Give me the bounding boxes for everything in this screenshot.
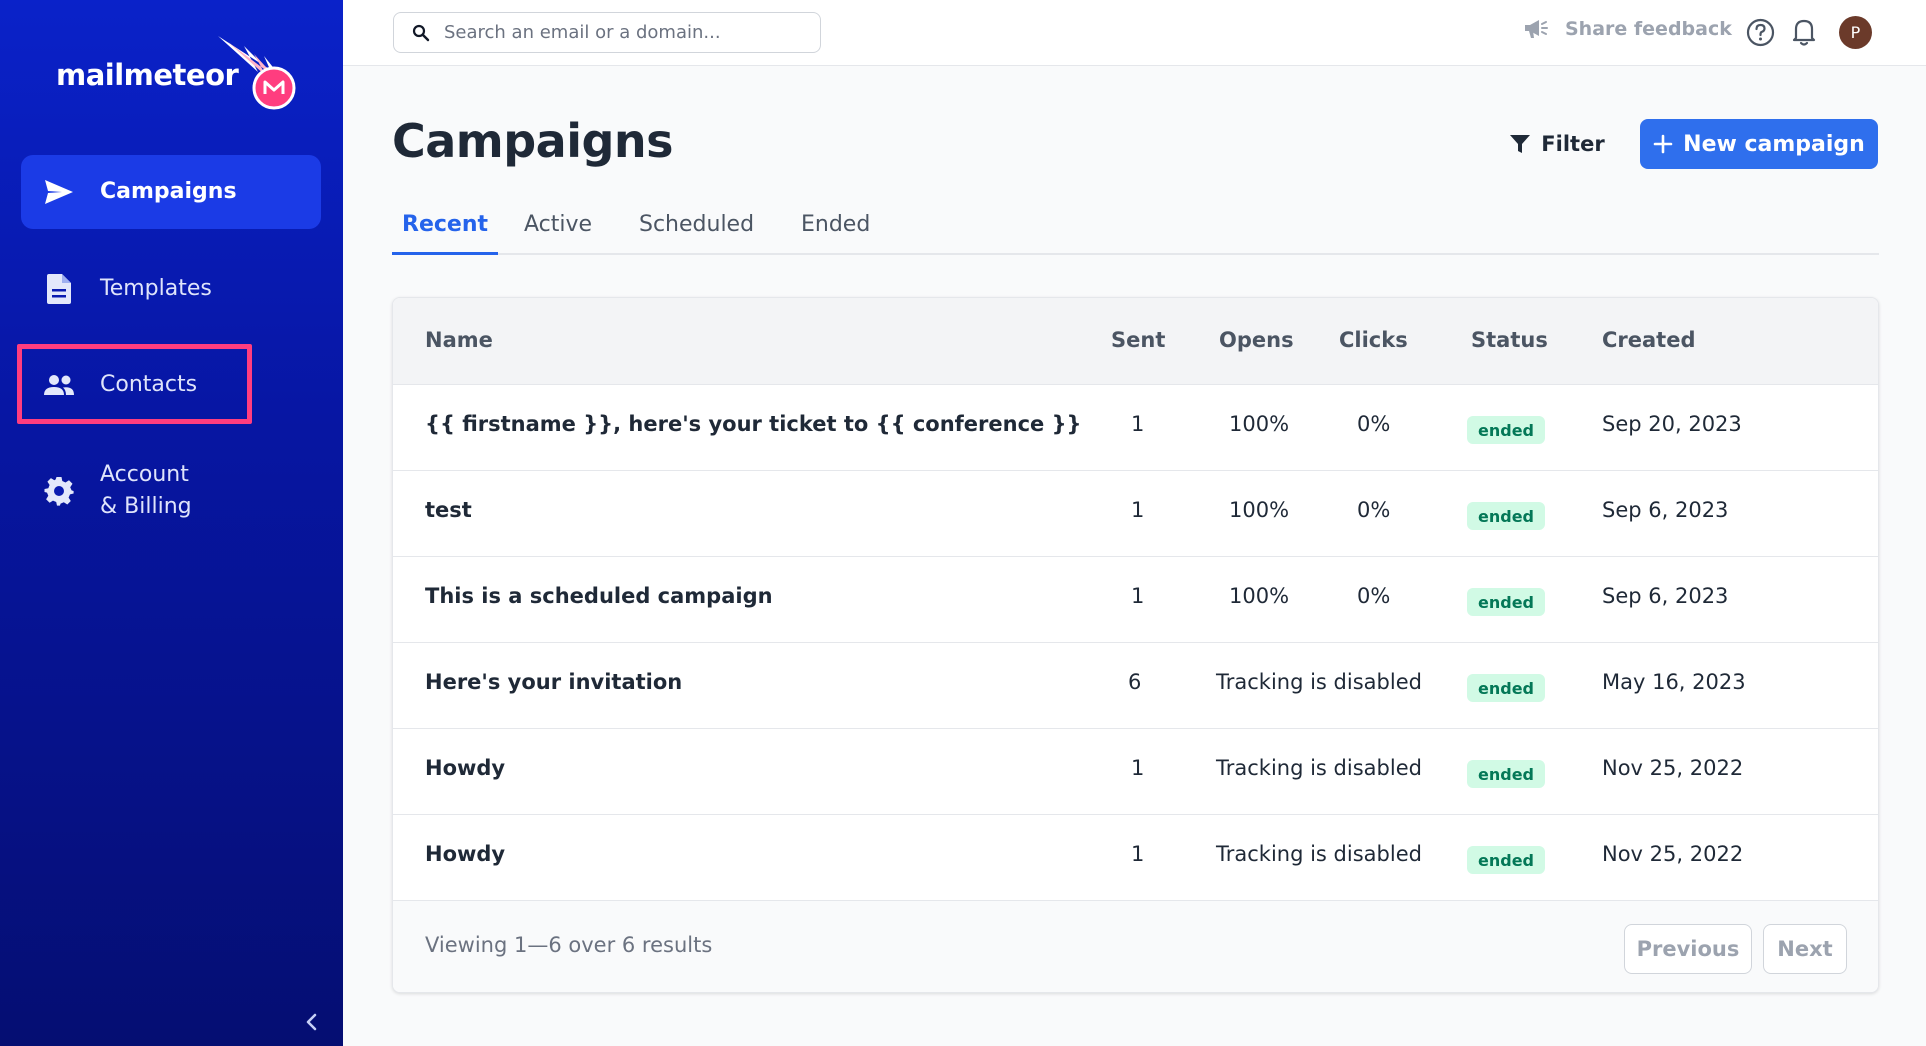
sidebar: mailmeteor Campaigns Templates Contacts (0, 0, 343, 1046)
filter-label: Filter (1541, 132, 1605, 156)
sidebar-item-label: Account & Billing (100, 459, 192, 523)
sidebar-item-label: Contacts (100, 372, 198, 397)
status-badge: ended (1467, 760, 1545, 788)
campaign-name[interactable]: {{ firstname }}, here's your ticket to {… (425, 412, 1082, 436)
clicks-rate: 0% (1357, 584, 1391, 608)
megaphone-icon (1525, 20, 1548, 38)
sidebar-item-templates[interactable]: Templates (21, 252, 321, 326)
created-date: Nov 25, 2022 (1602, 756, 1744, 780)
table-footer: Viewing 1—6 over 6 results Previous Next (393, 901, 1878, 992)
campaigns-table: Name Sent Opens Clicks Status Created {{… (392, 297, 1879, 993)
column-header-created[interactable]: Created (1602, 328, 1696, 352)
column-header-name[interactable]: Name (425, 328, 493, 352)
campaign-name[interactable]: test (425, 498, 472, 522)
created-date: May 16, 2023 (1602, 670, 1746, 694)
plus-icon (1653, 134, 1673, 154)
clicks-rate: 0% (1357, 498, 1391, 522)
status-badge: ended (1467, 502, 1545, 530)
created-date: Sep 6, 2023 (1602, 584, 1729, 608)
status-badge: ended (1467, 846, 1545, 874)
sidebar-item-label: Campaigns (100, 179, 237, 204)
page-title: Campaigns (392, 114, 674, 168)
status-badge: ended (1467, 674, 1545, 702)
column-header-sent[interactable]: Sent (1111, 328, 1165, 352)
table-row[interactable]: test 1 100% 0% ended Sep 6, 2023 (393, 471, 1878, 557)
campaign-name[interactable]: Here's your invitation (425, 670, 682, 694)
campaign-name[interactable]: Howdy (425, 756, 505, 780)
created-date: Sep 20, 2023 (1602, 412, 1742, 436)
help-icon[interactable] (1746, 18, 1775, 47)
clicks-rate: 0% (1357, 412, 1391, 436)
table-header: Name Sent Opens Clicks Status Created (393, 298, 1878, 385)
sent-count: 1 (1131, 842, 1145, 866)
search-icon (412, 24, 430, 41)
campaign-tabs: Recent Active Scheduled Ended (392, 206, 1879, 255)
campaign-name[interactable]: Howdy (425, 842, 505, 866)
billing-label: & Billing (100, 494, 192, 519)
opens-rate: 100% (1229, 412, 1290, 436)
results-summary: Viewing 1—6 over 6 results (425, 933, 713, 957)
sent-count: 6 (1128, 670, 1142, 694)
bell-icon[interactable] (1792, 17, 1816, 47)
sent-count: 1 (1131, 584, 1145, 608)
logo[interactable]: mailmeteor (56, 36, 296, 110)
sidebar-item-label: Templates (100, 276, 212, 301)
filter-icon (1510, 135, 1531, 153)
users-icon (41, 367, 77, 403)
tracking-disabled-text: Tracking is disabled (1216, 756, 1422, 780)
table-row[interactable]: This is a scheduled campaign 1 100% 0% e… (393, 557, 1878, 643)
sidebar-item-campaigns[interactable]: Campaigns (21, 155, 321, 229)
table-row[interactable]: {{ firstname }}, here's your ticket to {… (393, 385, 1878, 471)
tab-scheduled[interactable]: Scheduled (639, 212, 754, 255)
sent-count: 1 (1131, 756, 1145, 780)
column-header-opens[interactable]: Opens (1219, 328, 1294, 352)
column-header-clicks[interactable]: Clicks (1339, 328, 1408, 352)
sidebar-item-contacts[interactable]: Contacts (21, 348, 321, 422)
tracking-disabled-text: Tracking is disabled (1216, 670, 1422, 694)
status-badge: ended (1467, 588, 1545, 616)
chevron-left-icon[interactable] (302, 1010, 322, 1034)
search-input[interactable] (444, 22, 804, 43)
search-box[interactable] (393, 12, 821, 53)
campaign-name[interactable]: This is a scheduled campaign (425, 584, 773, 608)
share-feedback-button[interactable]: Share feedback (1523, 18, 1732, 40)
created-date: Sep 6, 2023 (1602, 498, 1729, 522)
new-campaign-label: New campaign (1683, 131, 1865, 157)
status-badge: ended (1467, 416, 1545, 444)
table-row[interactable]: Howdy 1 Tracking is disabled ended Nov 2… (393, 729, 1878, 815)
table-row[interactable]: Howdy 1 Tracking is disabled ended Nov 2… (393, 815, 1878, 901)
opens-rate: 100% (1229, 584, 1290, 608)
created-date: Nov 25, 2022 (1602, 842, 1744, 866)
tab-active[interactable]: Active (524, 212, 592, 255)
column-header-status[interactable]: Status (1471, 328, 1548, 352)
document-icon (41, 271, 77, 307)
previous-button[interactable]: Previous (1624, 924, 1752, 974)
send-icon (41, 174, 77, 210)
sidebar-item-account-billing[interactable]: Account & Billing (21, 445, 321, 537)
topbar: Share feedback P (343, 0, 1926, 66)
new-campaign-button[interactable]: New campaign (1640, 119, 1878, 169)
sent-count: 1 (1131, 498, 1145, 522)
gear-icon (41, 473, 77, 509)
tab-ended[interactable]: Ended (801, 212, 870, 255)
sent-count: 1 (1131, 412, 1145, 436)
tab-recent[interactable]: Recent (392, 212, 499, 255)
account-label: Account (100, 462, 189, 487)
logo-text: mailmeteor (56, 58, 239, 92)
table-row[interactable]: Here's your invitation 6 Tracking is dis… (393, 643, 1878, 729)
filter-button[interactable]: Filter (1504, 119, 1610, 169)
opens-rate: 100% (1229, 498, 1290, 522)
meteor-logo-icon (218, 36, 296, 110)
share-feedback-label: Share feedback (1565, 18, 1732, 40)
next-button[interactable]: Next (1763, 924, 1847, 974)
tracking-disabled-text: Tracking is disabled (1216, 842, 1422, 866)
avatar[interactable]: P (1839, 16, 1872, 49)
